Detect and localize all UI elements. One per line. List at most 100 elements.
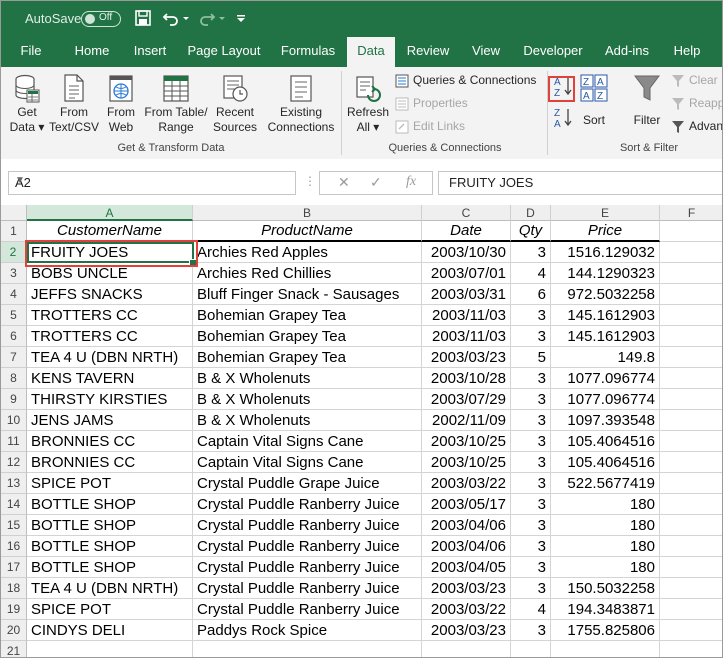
cell-price[interactable]: 105.4064516 xyxy=(551,431,660,452)
cell-empty[interactable] xyxy=(660,410,722,431)
cell-product-name[interactable]: Crystal Puddle Ranberry Juice xyxy=(193,557,422,578)
cell-qty[interactable]: 3 xyxy=(511,536,551,557)
row-header[interactable]: 10 xyxy=(1,410,27,431)
from-web-button[interactable]: From Web xyxy=(101,73,141,135)
cancel-icon[interactable]: ✕ xyxy=(338,174,350,191)
cell-product-name[interactable]: Crystal Puddle Ranberry Juice xyxy=(193,515,422,536)
cell-customer-name[interactable]: TROTTERS CC xyxy=(27,305,193,326)
cell-price[interactable]: 1516.129032 xyxy=(551,242,660,263)
cell-product-name[interactable]: Bohemian Grapey Tea xyxy=(193,347,422,368)
cell-customer-name[interactable]: TROTTERS CC xyxy=(27,326,193,347)
cell-customer-name[interactable]: JEFFS SNACKS xyxy=(27,284,193,305)
cell-customer-name[interactable]: BRONNIES CC xyxy=(27,431,193,452)
cell-empty[interactable] xyxy=(660,284,722,305)
reapply-filter-button[interactable]: Reapp xyxy=(671,94,722,114)
row-header[interactable]: 7 xyxy=(1,347,27,368)
row-header[interactable]: 9 xyxy=(1,389,27,410)
formula-bar-resize-handle[interactable]: ⋮ xyxy=(304,174,316,188)
cell-empty[interactable] xyxy=(660,578,722,599)
cell-customer-name[interactable]: BOTTLE SHOP xyxy=(27,557,193,578)
column-header-d[interactable]: D xyxy=(511,205,551,221)
undo-icon[interactable] xyxy=(161,8,181,28)
cell-date[interactable]: 2003/07/01 xyxy=(422,263,511,284)
column-header-e[interactable]: E xyxy=(551,205,660,221)
cell-product-name[interactable]: Crystal Puddle Ranberry Juice xyxy=(193,494,422,515)
insert-function-icon[interactable]: fx xyxy=(406,174,416,190)
cell-qty[interactable]: 3 xyxy=(511,326,551,347)
cell-product-name[interactable]: B & X Wholenuts xyxy=(193,389,422,410)
cell-price[interactable]: 144.1290323 xyxy=(551,263,660,284)
cell-price[interactable]: 149.8 xyxy=(551,347,660,368)
cell-date[interactable]: 2003/04/06 xyxy=(422,515,511,536)
from-table-range-button[interactable]: From Table/ Range xyxy=(141,73,211,135)
cell-qty[interactable]: 3 xyxy=(511,620,551,641)
cell-qty[interactable]: 3 xyxy=(511,389,551,410)
autosave-toggle[interactable]: Off xyxy=(81,11,121,27)
cell-empty[interactable] xyxy=(660,431,722,452)
cell-empty[interactable] xyxy=(660,368,722,389)
refresh-all-button[interactable]: Refresh All ▾ xyxy=(345,73,391,135)
cell-date[interactable]: 2003/03/23 xyxy=(422,347,511,368)
empty-cell[interactable] xyxy=(27,641,193,657)
empty-cell[interactable] xyxy=(660,641,722,657)
recent-sources-button[interactable]: Recent Sources xyxy=(211,73,259,135)
cell-price[interactable]: 972.5032258 xyxy=(551,284,660,305)
row-header[interactable]: 12 xyxy=(1,452,27,473)
from-text-csv-button[interactable]: From Text/CSV xyxy=(49,73,99,135)
header-cell-customer-name[interactable]: CustomerName xyxy=(27,221,193,242)
cell-date[interactable]: 2003/10/30 xyxy=(422,242,511,263)
cell-empty[interactable] xyxy=(660,494,722,515)
name-box[interactable]: A2 ▼ xyxy=(8,171,296,195)
tab-data[interactable]: Data xyxy=(347,37,395,67)
cell-qty[interactable]: 6 xyxy=(511,284,551,305)
cell-qty[interactable]: 3 xyxy=(511,242,551,263)
cell-empty[interactable] xyxy=(660,305,722,326)
cell-qty[interactable]: 3 xyxy=(511,410,551,431)
cell-price[interactable]: 180 xyxy=(551,536,660,557)
cell-customer-name[interactable]: CINDYS DELI xyxy=(27,620,193,641)
cell-product-name[interactable]: Crystal Puddle Grape Juice xyxy=(193,473,422,494)
cell-empty[interactable] xyxy=(660,599,722,620)
cell-qty[interactable]: 5 xyxy=(511,347,551,368)
edit-links-button[interactable]: Edit Links xyxy=(395,117,465,137)
cell-empty[interactable] xyxy=(660,515,722,536)
empty-cell[interactable] xyxy=(511,641,551,657)
cell-empty[interactable] xyxy=(660,242,722,263)
cell-price[interactable]: 145.1612903 xyxy=(551,326,660,347)
column-header-b[interactable]: B xyxy=(193,205,422,221)
row-header[interactable]: 6 xyxy=(1,326,27,347)
empty-cell[interactable] xyxy=(193,641,422,657)
cell-product-name[interactable]: B & X Wholenuts xyxy=(193,368,422,389)
row-header[interactable]: 20 xyxy=(1,620,27,641)
properties-button[interactable]: Properties xyxy=(395,94,468,114)
cell-customer-name[interactable]: BOTTLE SHOP xyxy=(27,536,193,557)
cell-qty[interactable]: 3 xyxy=(511,452,551,473)
filter-button[interactable]: Filter xyxy=(627,73,667,128)
cell-product-name[interactable]: Bohemian Grapey Tea xyxy=(193,326,422,347)
cell-empty[interactable] xyxy=(660,557,722,578)
tab-page-layout[interactable]: Page Layout xyxy=(183,37,265,67)
empty-cell[interactable] xyxy=(422,641,511,657)
cell-product-name[interactable]: Bohemian Grapey Tea xyxy=(193,305,422,326)
cell-date[interactable]: 2003/03/23 xyxy=(422,620,511,641)
row-header[interactable]: 19 xyxy=(1,599,27,620)
sort-button[interactable]: Z A A Z Sort xyxy=(577,73,611,128)
cell-date[interactable]: 2003/03/22 xyxy=(422,599,511,620)
cell-qty[interactable]: 3 xyxy=(511,473,551,494)
cell-customer-name[interactable]: TEA 4 U (DBN NRTH) xyxy=(27,578,193,599)
row-header[interactable]: 2 xyxy=(1,242,27,263)
cell-price[interactable]: 105.4064516 xyxy=(551,452,660,473)
row-header[interactable]: 21 xyxy=(1,641,27,657)
cell-customer-name[interactable]: THIRSTY KIRSTIES xyxy=(27,389,193,410)
cell-empty[interactable] xyxy=(660,347,722,368)
row-header[interactable]: 16 xyxy=(1,536,27,557)
header-cell-empty[interactable] xyxy=(660,221,722,242)
cell-price[interactable]: 1097.393548 xyxy=(551,410,660,431)
enter-icon[interactable]: ✓ xyxy=(370,174,382,191)
cell-customer-name[interactable]: SPICE POT xyxy=(27,599,193,620)
cell-empty[interactable] xyxy=(660,389,722,410)
tab-home[interactable]: Home xyxy=(67,37,117,67)
formula-input[interactable]: FRUITY JOES xyxy=(438,171,722,195)
header-cell-qty[interactable]: Qty xyxy=(511,221,551,242)
row-header[interactable]: 13 xyxy=(1,473,27,494)
